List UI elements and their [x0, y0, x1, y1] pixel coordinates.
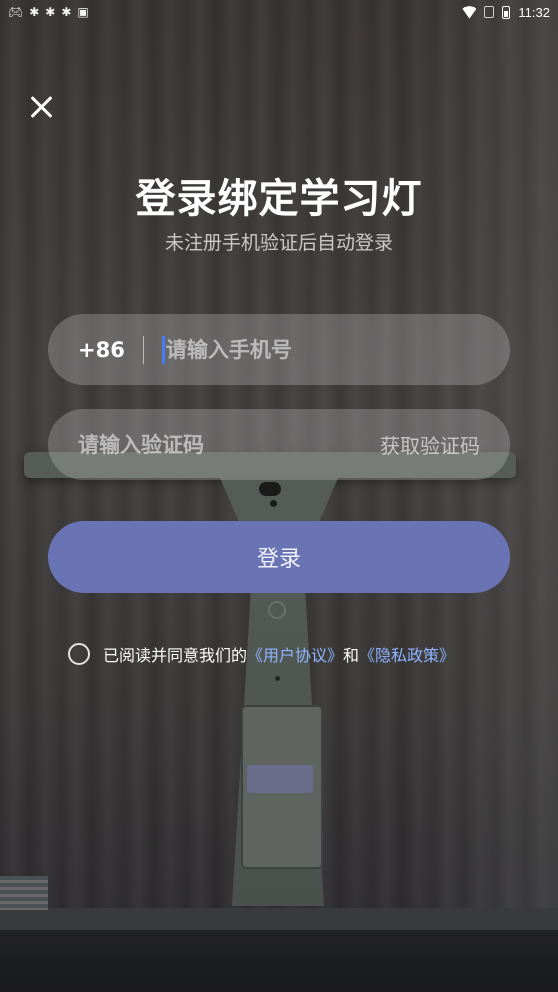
bug-icon: ✱: [29, 5, 40, 19]
notification-icon: ▣: [77, 5, 89, 19]
text-cursor: [161, 335, 165, 364]
gamepad-icon: 🎮︎: [8, 5, 24, 19]
status-left-icons: 🎮︎ ✱ ✱ ✱ ▣: [8, 5, 89, 19]
verification-code-input[interactable]: [78, 432, 380, 457]
status-right: 11:32: [462, 5, 550, 20]
agreement-conjunction: 和: [343, 646, 360, 665]
privacy-policy-link[interactable]: 《隐私政策》: [359, 642, 455, 666]
phone-input[interactable]: [165, 337, 510, 362]
close-icon[interactable]: [26, 92, 56, 122]
get-code-button[interactable]: 获取验证码: [380, 430, 480, 459]
user-agreement-link[interactable]: 《用户协议》: [247, 642, 343, 666]
battery-icon: [502, 5, 511, 19]
bug-icon: ✱: [45, 5, 56, 19]
agreement-checkbox[interactable]: [68, 643, 90, 665]
status-bar: 🎮︎ ✱ ✱ ✱ ▣ 11:32: [0, 0, 558, 24]
verification-code-field[interactable]: 获取验证码: [48, 409, 510, 480]
agreement-row: 已阅读并同意我们的 《用户协议》 和 《隐私政策》: [68, 642, 455, 666]
agreement-prefix: 已阅读并同意我们的: [103, 646, 248, 665]
status-time: 11:32: [518, 4, 550, 20]
country-code[interactable]: +86: [78, 338, 125, 362]
dim-overlay: [0, 0, 558, 992]
bug-icon: ✱: [61, 5, 72, 19]
page-subtitle: 未注册手机验证后自动登录: [164, 232, 393, 254]
wifi-icon: [462, 6, 476, 18]
no-sim-icon: [484, 6, 495, 18]
phone-field[interactable]: +86: [48, 314, 510, 385]
login-button[interactable]: 登录: [48, 521, 510, 593]
field-divider: [142, 335, 144, 364]
page-title: 登录绑定学习灯: [135, 176, 423, 222]
